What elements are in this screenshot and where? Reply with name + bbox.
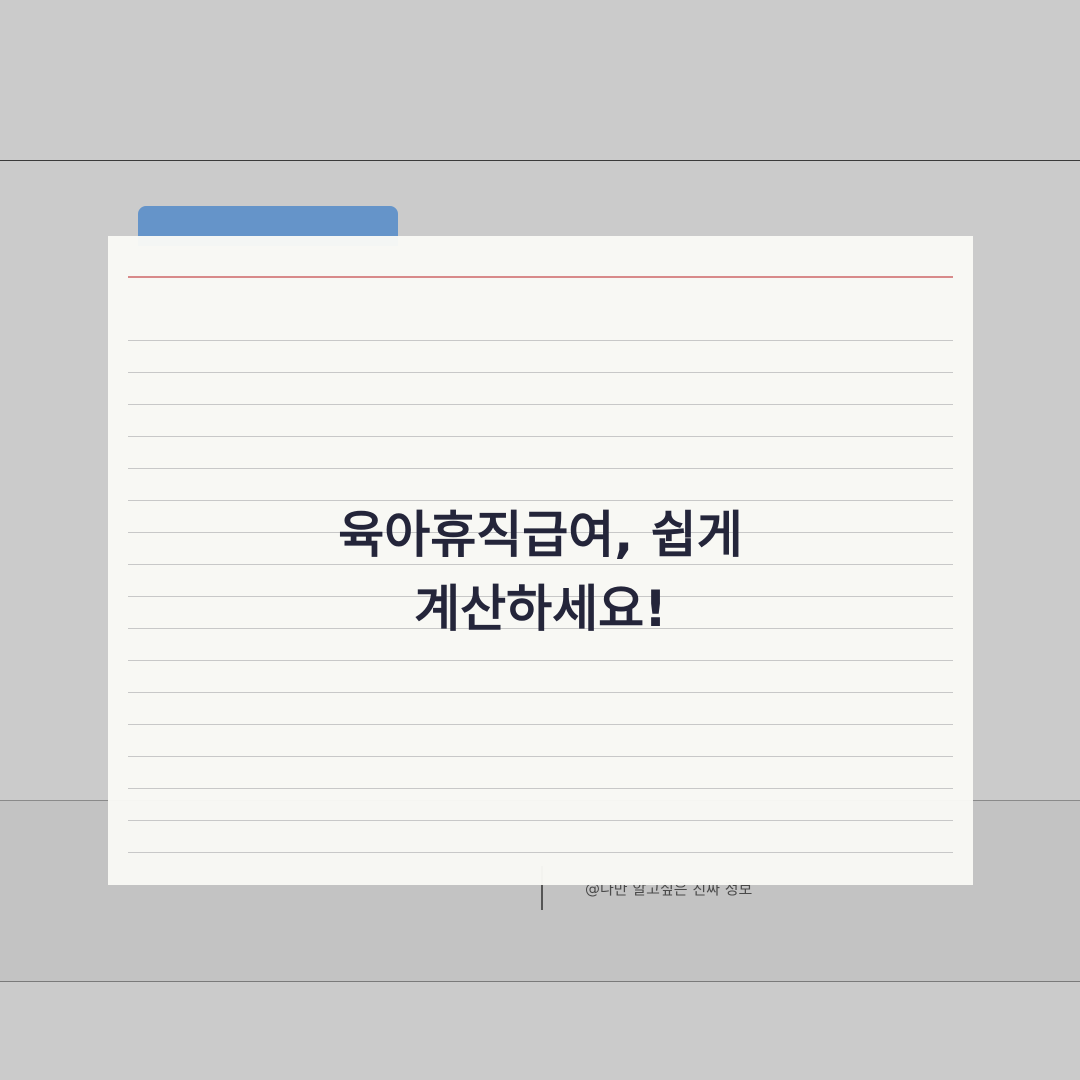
ruled-line bbox=[128, 404, 953, 405]
ruled-line bbox=[128, 468, 953, 469]
bottom-divider-line bbox=[0, 981, 1080, 982]
ruled-line bbox=[128, 788, 953, 789]
ruled-line bbox=[128, 820, 953, 821]
ruled-line bbox=[128, 372, 953, 373]
note-card: 육아휴직급여, 쉽게 계산하세요! bbox=[108, 236, 973, 885]
card-title-line-1: 육아휴직급여, 쉽게 bbox=[338, 506, 743, 564]
ruled-line bbox=[128, 692, 953, 693]
ruled-line bbox=[128, 436, 953, 437]
card-title: 육아휴직급여, 쉽게 계산하세요! bbox=[108, 498, 973, 646]
ruled-line bbox=[128, 660, 953, 661]
ruled-line bbox=[128, 756, 953, 757]
top-divider-line bbox=[0, 160, 1080, 161]
ruled-line bbox=[128, 724, 953, 725]
ruled-line bbox=[128, 340, 953, 341]
card-title-line-2: 계산하세요! bbox=[414, 580, 667, 638]
ruled-line bbox=[128, 852, 953, 853]
margin-rule-red bbox=[128, 276, 953, 278]
